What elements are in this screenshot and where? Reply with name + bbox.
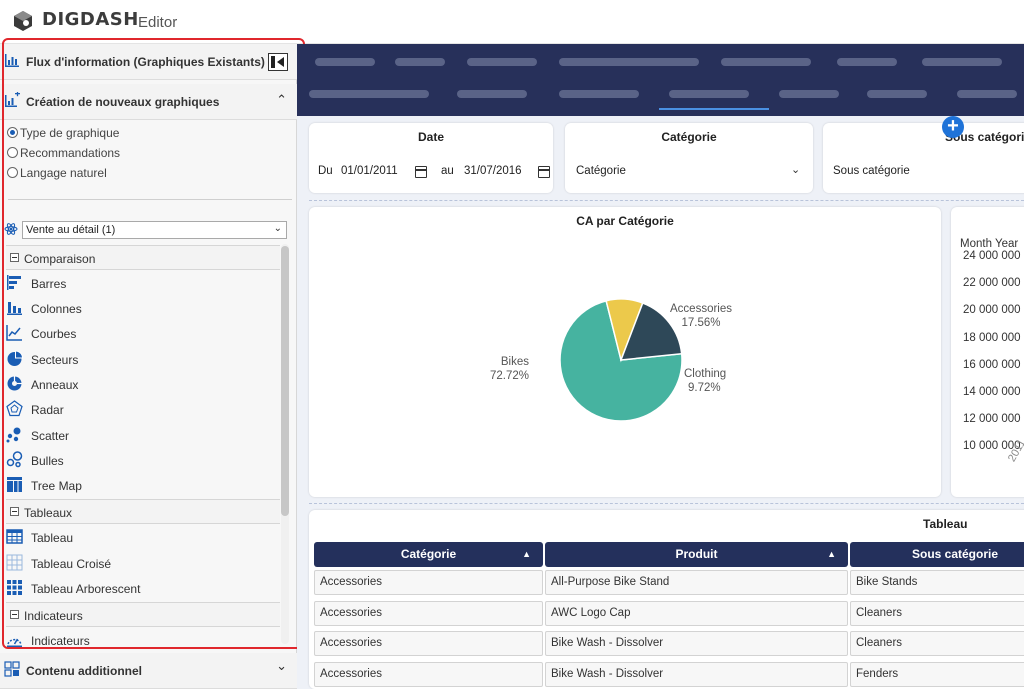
table-cell[interactable]: Bike Wash - Dissolver (545, 661, 848, 687)
blurred-tab[interactable] (309, 90, 429, 98)
table-cell[interactable]: Accessories (314, 600, 543, 626)
pie-value-label: 72.72% (490, 370, 529, 382)
pie-label: Accessories (670, 303, 732, 315)
blurred-tab[interactable] (467, 58, 537, 66)
active-tab-indicator (659, 108, 769, 110)
creation-highlight-frame (2, 38, 305, 649)
y-tick-label: 12 000 000 (963, 413, 1021, 426)
blurred-tab[interactable] (922, 58, 1002, 66)
categorie-select[interactable]: Catégorie (576, 165, 626, 177)
table-cell[interactable]: AWC Logo Cap (545, 600, 848, 626)
blurred-tab[interactable] (867, 90, 927, 98)
filter-title: Sous catégorie (944, 130, 1024, 144)
calendar-icon[interactable] (538, 166, 550, 178)
blurred-tab[interactable] (559, 90, 639, 98)
pie-chart: Bikes 72.72% Clothing 9.72% Accessories 17.56… (490, 298, 732, 422)
y-tick-label: 20 000 000 (963, 304, 1021, 317)
contenu-section-label: Contenu additionnel (26, 664, 142, 678)
x-axis-title: Month Year (960, 238, 1019, 250)
table-cell[interactable]: All-Purpose Bike Stand (545, 570, 848, 595)
pie-label: Bikes (501, 356, 529, 368)
categorie-filter-card: Catégorie Catégorie ⌄ (565, 123, 813, 193)
y-tick-label: 24 000 000 (963, 250, 1021, 262)
column-header-produit[interactable]: Produit ▲ (545, 542, 848, 567)
sous-categorie-filter-card: Sous catégorie Sous catégorie (823, 123, 1024, 193)
y-tick-label: 16 000 000 (963, 358, 1021, 371)
filter-title: Catégorie (661, 130, 717, 144)
digdash-logo-icon (14, 11, 32, 31)
table-cell[interactable]: Bike Stands (850, 570, 1024, 595)
blurred-tab[interactable] (779, 90, 839, 98)
y-tick-label: 18 000 000 (963, 331, 1021, 344)
table-cell[interactable]: Accessories (314, 661, 543, 687)
add-element-button[interactable]: + (942, 116, 964, 138)
blurred-tab[interactable] (315, 58, 375, 66)
blurred-tab[interactable] (559, 58, 699, 66)
table-cell[interactable]: Accessories (314, 631, 543, 656)
contenu-section-header[interactable]: Contenu additionnel ⌄ (0, 653, 297, 689)
table-cell[interactable]: Bike Wash - Dissolver (545, 631, 848, 656)
filter-title: Date (417, 130, 444, 144)
date-filter-card: Date Du 01/01/2011 au 31/07/2016 (309, 123, 553, 193)
row-separator (309, 200, 1024, 201)
column-header-sous-categorie[interactable]: Sous catégorie (850, 542, 1024, 567)
y-tick-label: 14 000 000 (963, 386, 1021, 398)
pie-value-label: 17.56% (681, 317, 720, 329)
du-label: Du (318, 165, 333, 177)
au-label: au (441, 165, 454, 177)
dashboard-tabs-bar (297, 44, 1024, 116)
brand-name: DIGDASH (42, 9, 139, 30)
column-header-categorie[interactable]: Catégorie ▲ (314, 542, 543, 567)
column-header-label: Sous catégorie (911, 547, 999, 561)
pie-value-label: 9.72% (688, 382, 721, 394)
column-header-label: Produit (675, 547, 718, 561)
date-from-input[interactable]: 01/01/2011 (341, 165, 398, 177)
blurred-tab[interactable] (395, 58, 445, 66)
table-cell[interactable]: Accessories (314, 570, 543, 595)
table-title: Tableau (923, 517, 968, 531)
table-cell[interactable]: Cleaners (850, 600, 1024, 626)
row-separator (309, 503, 1024, 504)
calendar-icon[interactable] (415, 166, 427, 178)
sous-categorie-select[interactable]: Sous catégorie (833, 165, 910, 177)
additional-content-icon (4, 661, 20, 677)
blurred-tab-active[interactable] (669, 90, 749, 98)
pie-chart-card: CA par Catégorie Bikes 72.72% Clothing 9.72… (309, 207, 941, 497)
sort-ascending-icon[interactable]: ▲ (522, 542, 531, 567)
y-tick-label: 22 000 000 (963, 277, 1021, 290)
date-to-input[interactable]: 31/07/2016 (464, 165, 522, 177)
blurred-tab[interactable] (721, 58, 811, 66)
chevron-down-icon[interactable]: ⌄ (276, 658, 287, 674)
sort-ascending-icon[interactable]: ▲ (827, 542, 836, 567)
blurred-tab[interactable] (457, 90, 527, 98)
table-cell[interactable]: Fenders (850, 661, 1024, 687)
blurred-tab[interactable] (957, 90, 1017, 98)
brand-subtitle: Editor (138, 14, 178, 31)
pie-label: Clothing (684, 368, 726, 380)
column-header-label: Catégorie (400, 547, 457, 561)
blurred-tab[interactable] (837, 58, 897, 66)
chevron-down-icon[interactable]: ⌄ (791, 163, 800, 176)
table-cell[interactable]: Cleaners (850, 631, 1024, 656)
